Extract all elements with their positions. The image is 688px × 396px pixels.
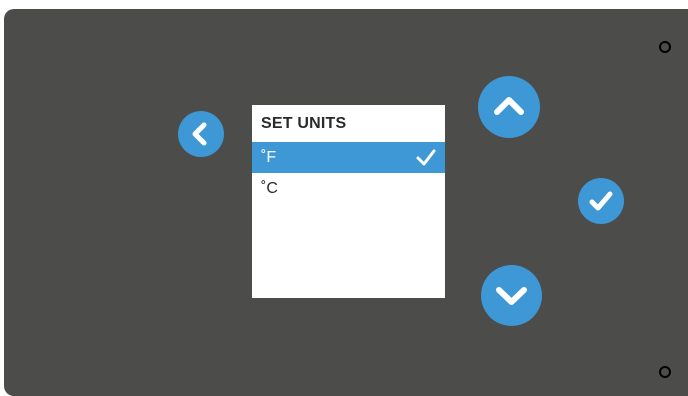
screw-top-icon: [659, 41, 671, 53]
screen-title: SET UNITS: [261, 115, 347, 132]
up-button[interactable]: [478, 76, 540, 138]
chevron-down-icon: [496, 287, 527, 305]
unit-option-celsius[interactable]: ˚C: [252, 173, 445, 204]
selected-checkmark-icon: [416, 149, 436, 166]
chevron-left-icon: [192, 122, 207, 146]
back-button[interactable]: [178, 111, 224, 157]
confirm-button[interactable]: [578, 178, 624, 224]
unit-option-fahrenheit[interactable]: ˚F: [252, 142, 445, 173]
unit-option-label: ˚F: [261, 148, 277, 166]
display-screen: SET UNITS ˚F ˚C: [252, 105, 445, 298]
chevron-up-icon: [494, 97, 524, 115]
down-button[interactable]: [481, 265, 542, 326]
unit-option-label: ˚C: [261, 179, 278, 197]
screw-bottom-icon: [659, 366, 671, 378]
checkmark-icon: [589, 191, 613, 211]
